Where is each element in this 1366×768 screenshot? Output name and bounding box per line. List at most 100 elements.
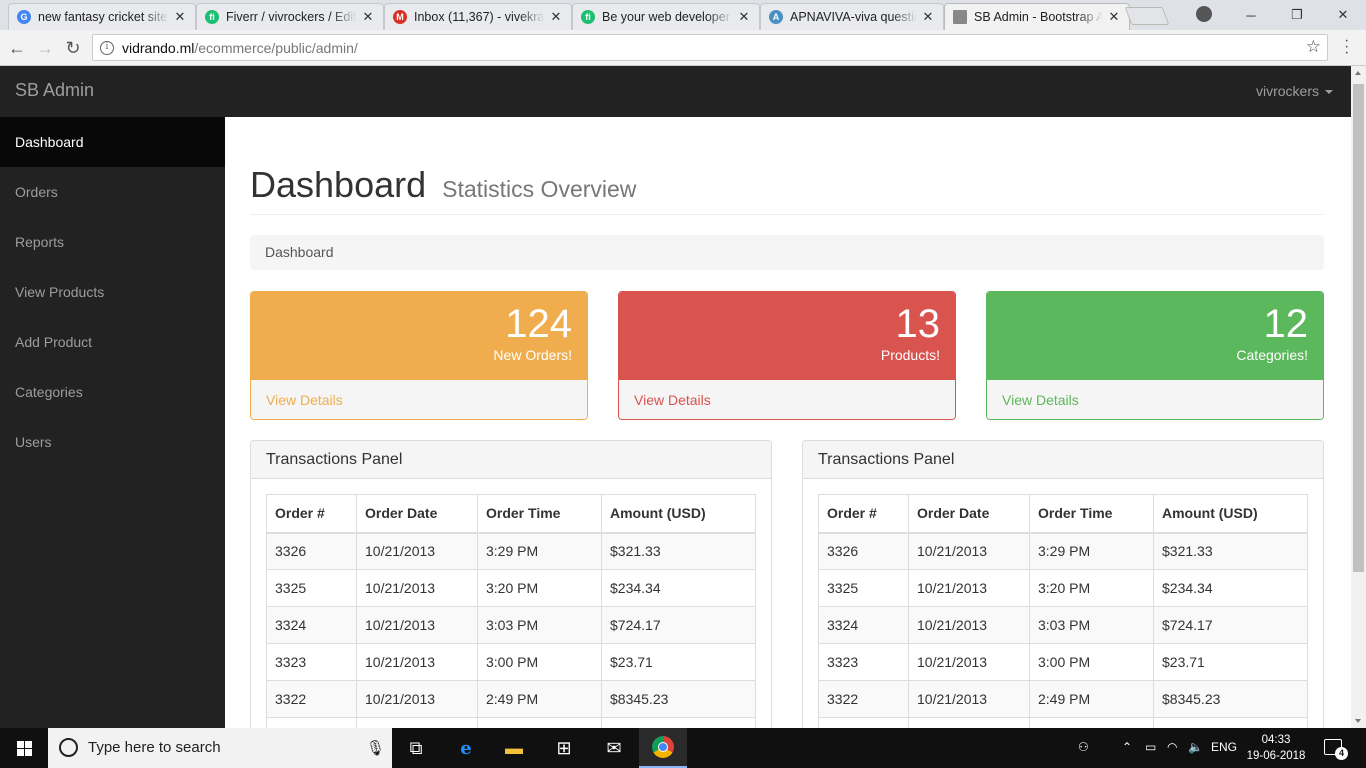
cell-amount: $321.33 (601, 532, 756, 570)
sidebar-item-view-products[interactable]: View Products (0, 267, 225, 317)
chrome-icon[interactable] (639, 728, 687, 768)
close-icon[interactable]: ✕ (173, 9, 187, 25)
people-icon[interactable]: ⚇ (1078, 740, 1089, 754)
minimize-icon[interactable]: ─ (1228, 8, 1274, 23)
cell-time: 3:29 PM (1029, 532, 1154, 570)
taskbar-search[interactable]: Type here to search 🎙 (48, 728, 392, 768)
browser-tab[interactable]: fi Fiverr / vivrockers / Edit ✕ (196, 3, 384, 30)
view-details-link[interactable]: View Details (619, 379, 955, 419)
clock[interactable]: 04:33 19-06-2018 (1246, 732, 1306, 764)
close-icon[interactable]: ✕ (361, 9, 375, 25)
cell-time: 3:20 PM (1029, 569, 1154, 607)
table-row (266, 717, 756, 728)
forward-icon[interactable]: → (34, 37, 56, 59)
chevron-up-icon[interactable]: ⌃ (1122, 740, 1132, 754)
reload-icon[interactable]: ↻ (62, 37, 84, 59)
cell-time: 2:49 PM (1029, 680, 1154, 718)
breadcrumb: Dashboard (250, 235, 1324, 270)
mail-icon[interactable]: ✉ (590, 728, 638, 768)
cell-order: 3324 (818, 606, 909, 644)
transactions-panel: Transactions Panel Order # Order Date Or… (250, 440, 772, 728)
page-header: Dashboard Statistics Overview (250, 165, 1324, 215)
url-host: vidrando.ml (122, 39, 195, 56)
browser-tab[interactable]: G new fantasy cricket sites ✕ (8, 3, 196, 30)
view-details-link[interactable]: View Details (987, 379, 1323, 419)
cell-amount: $8345.23 (601, 680, 756, 718)
cell-date: 10/21/2013 (356, 569, 478, 607)
top-navbar: SB Admin vivrockers (0, 66, 1351, 117)
cell-time: 3:00 PM (477, 643, 602, 681)
start-button[interactable] (0, 728, 48, 768)
tab-title: APNAVIVA-viva question (790, 10, 917, 24)
new-tab-button[interactable] (1124, 7, 1170, 25)
file-explorer-icon[interactable]: ▬ (490, 728, 538, 768)
column-header: Order # (818, 494, 909, 534)
transactions-table: Order # Order Date Order Time Amount (US… (818, 494, 1308, 728)
browser-tab[interactable]: fi Be your web developer ✕ (572, 3, 760, 30)
stat-value: 13 (895, 302, 941, 346)
window-close-icon[interactable]: ✕ (1320, 7, 1366, 23)
user-menu[interactable]: vivrockers (1256, 83, 1333, 99)
clock-time: 04:33 (1261, 734, 1291, 746)
battery-icon[interactable]: ▭ (1145, 740, 1156, 754)
sidebar-item-users[interactable]: Users (0, 417, 225, 467)
task-view-icon[interactable]: ⧉ (392, 728, 440, 768)
close-icon[interactable]: ✕ (921, 9, 935, 25)
column-header: Order Date (356, 494, 478, 534)
sidebar-item-categories[interactable]: Categories (0, 367, 225, 417)
close-icon[interactable]: ✕ (549, 9, 563, 25)
window-controls: ─ ❐ ✕ (1228, 0, 1366, 30)
brand-logo[interactable]: SB Admin (15, 80, 94, 101)
sidebar-item-reports[interactable]: Reports (0, 217, 225, 267)
language-indicator[interactable]: ENG (1211, 740, 1237, 754)
cell-time: 3:20 PM (477, 569, 602, 607)
back-icon[interactable]: ← (6, 37, 28, 59)
scroll-down-icon[interactable] (1355, 719, 1361, 723)
stat-card-products: 13 Products! View Details (618, 291, 956, 420)
browser-tab-strip: G new fantasy cricket sites ✕ fi Fiverr … (0, 0, 1366, 30)
close-icon[interactable]: ✕ (737, 9, 751, 25)
page-title-text: Dashboard (250, 164, 427, 205)
main-content: Dashboard Statistics Overview Dashboard … (225, 117, 1351, 728)
cell-date: 10/21/2013 (908, 643, 1030, 681)
sidebar-item-orders[interactable]: Orders (0, 167, 225, 217)
scrollbar-thumb[interactable] (1353, 84, 1364, 572)
gmail-icon: M (393, 10, 407, 24)
panel-title: Transactions Panel (803, 441, 1323, 479)
profile-icon[interactable] (1196, 6, 1212, 22)
volume-icon[interactable]: 🔈 (1188, 740, 1203, 754)
tab-title: Be your web developer (602, 10, 730, 24)
page-scrollbar[interactable] (1351, 66, 1366, 728)
sidebar-item-dashboard[interactable]: Dashboard (0, 117, 225, 167)
close-icon[interactable]: ✕ (1107, 9, 1121, 25)
wifi-icon[interactable]: ◠ (1167, 740, 1177, 754)
action-center-icon[interactable]: 4 (1324, 739, 1348, 760)
address-bar[interactable]: i vidrando.ml/ecommerce/public/admin/ ☆ (92, 34, 1328, 61)
cell-date: 10/21/2013 (356, 643, 478, 681)
store-icon[interactable]: ⊞ (540, 728, 588, 768)
cell-amount: $234.34 (601, 569, 756, 607)
table-row: 3324 10/21/2013 3:03 PM $724.17 (818, 606, 1308, 644)
table-row (818, 717, 1308, 728)
browser-toolbar: ← → ↻ i vidrando.ml/ecommerce/public/adm… (0, 30, 1366, 66)
table-row: 3323 10/21/2013 3:00 PM $23.71 (266, 643, 756, 681)
panel-body: Order # Order Date Order Time Amount (US… (803, 479, 1323, 728)
microphone-icon[interactable]: 🎙 (366, 739, 385, 757)
bookmark-star-icon[interactable]: ☆ (1306, 37, 1321, 57)
cell-time: 2:49 PM (477, 680, 602, 718)
browser-tab[interactable]: A APNAVIVA-viva question ✕ (760, 3, 944, 30)
table-row: 3322 10/21/2013 2:49 PM $8345.23 (266, 680, 756, 718)
view-details-link[interactable]: View Details (251, 379, 587, 419)
scroll-up-icon[interactable] (1355, 71, 1361, 75)
info-icon[interactable]: i (100, 40, 114, 55)
browser-tab-active[interactable]: SB Admin - Bootstrap A ✕ (944, 3, 1130, 30)
menu-dots-icon[interactable]: · · · (1344, 33, 1349, 61)
cell-date: 10/21/2013 (356, 532, 478, 570)
browser-tab[interactable]: M Inbox (11,367) - vivekrau ✕ (384, 3, 572, 30)
edge-icon[interactable]: e (442, 728, 490, 768)
table-row: 3326 10/21/2013 3:29 PM $321.33 (818, 532, 1308, 570)
restore-icon[interactable]: ❐ (1274, 7, 1320, 23)
table-header-row: Order # Order Date Order Time Amount (US… (266, 494, 756, 534)
sidebar-item-add-product[interactable]: Add Product (0, 317, 225, 367)
column-header: Order Time (1029, 494, 1154, 534)
